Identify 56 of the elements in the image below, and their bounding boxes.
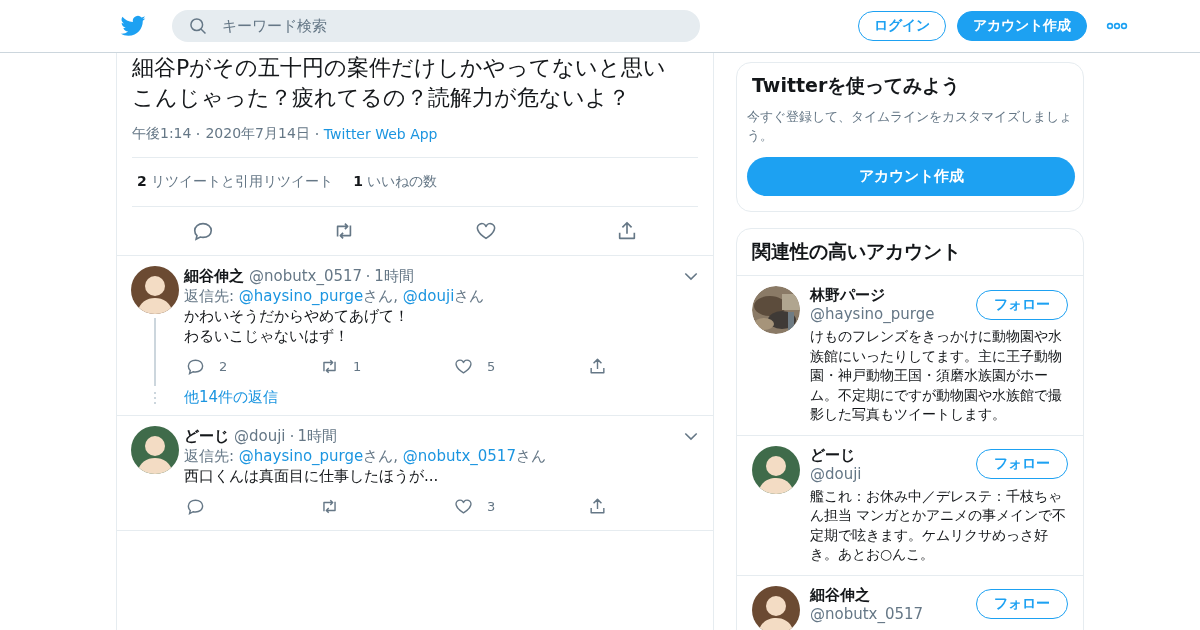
signup-button[interactable]: アカウント作成	[957, 11, 1087, 41]
reply-time: 1時間	[297, 426, 338, 446]
action-count: 2	[219, 358, 228, 374]
reply-text: 西口くんは真面目に仕事したほうが...	[184, 466, 440, 486]
reply-text: かわいそうだからやめてあげて！ わるいこじゃないはず！	[184, 306, 410, 346]
user-name[interactable]: どーじ	[810, 445, 862, 465]
more-replies-link[interactable]: 他14件の返信	[184, 388, 279, 407]
stat-link[interactable]: 2 リツイートと引用リツイート	[137, 173, 334, 191]
user-handle: @nobutx_0517	[249, 267, 363, 285]
stat-link[interactable]: 1 いいねの数	[353, 173, 438, 191]
user-handle: @douji	[810, 464, 862, 483]
reply-icon[interactable]	[186, 356, 205, 376]
mention-link[interactable]: @haysino_purge	[238, 447, 364, 465]
reply-to-line: 返信先: @haysino_purgeさん, @nobutx_0517さん	[184, 446, 547, 466]
login-button[interactable]: ログイン	[858, 11, 946, 41]
follow-button[interactable]: フォロー	[976, 449, 1068, 479]
signup-button[interactable]: アカウント作成	[747, 157, 1075, 196]
user-name[interactable]: 林野パージ	[810, 286, 935, 305]
user-name[interactable]: どーじ	[184, 426, 229, 446]
user-handle: @douji	[234, 427, 286, 445]
action-count: 5	[487, 358, 496, 374]
follow-button[interactable]: フォロー	[976, 289, 1068, 320]
mention-link[interactable]: @douji	[402, 287, 455, 305]
reply-time: 1時間	[374, 266, 414, 286]
search-field[interactable]: キーワード検索	[172, 10, 700, 42]
tweet-date: 2020年7月14日	[205, 125, 310, 143]
user-name[interactable]: 細谷伸之	[184, 266, 244, 286]
user-handle: @nobutx_0517	[810, 604, 924, 623]
user-name[interactable]: 細谷伸之	[810, 585, 924, 605]
search-icon	[188, 16, 208, 36]
card-title: 関連性の高いアカウント	[737, 229, 1083, 276]
mention-link[interactable]: @haysino_purge	[238, 287, 364, 305]
reply-icon[interactable]	[191, 220, 214, 242]
mention-link[interactable]: @nobutx_0517	[402, 447, 516, 465]
chevron-icon[interactable]	[684, 271, 698, 281]
card-description: 今すぐ登録して、タイムラインをカスタマイズしましょう。	[746, 108, 1073, 145]
share-icon[interactable]	[588, 356, 607, 376]
reply-to-line: 返信先: @haysino_purgeさん, @doujiさん	[184, 286, 486, 306]
bird-logo[interactable]	[120, 13, 146, 39]
tweet-text: 細谷Pがその五十円の案件だけしかやってないと思い こんじゃった？疲れてるの？読解力が危ないよ？	[132, 54, 668, 112]
tweet-time: 午後1:14	[132, 125, 192, 143]
heart-icon[interactable]	[454, 356, 473, 376]
more-icon[interactable]	[1106, 22, 1128, 30]
reply-icon[interactable]	[186, 496, 205, 516]
heart-icon[interactable]	[474, 220, 497, 242]
user-bio: 艦これ：お休み中／デレステ：千枝ちゃん担当 マンガとかアニメの事メインで不定期で呟きます。ケムリクサめっさ好き。あとお○んこ。	[810, 486, 1068, 564]
share-icon[interactable]	[588, 496, 607, 516]
card-title: Twitterを使ってみよう	[751, 73, 962, 98]
heart-icon[interactable]	[454, 496, 473, 516]
follow-button[interactable]: フォロー	[976, 589, 1068, 619]
user-bio: けものフレンズをきっかけに動物園や水族館にいったりしてます。主に王子動物園・神戸動物王国・須磨水族園がホーム。不定期にですが動物園や水族館で撮影した写真もツイートします。	[810, 327, 1063, 424]
action-count: 1	[353, 358, 362, 374]
action-count: 3	[487, 498, 496, 514]
user-handle: @haysino_purge	[810, 305, 935, 323]
chevron-icon[interactable]	[684, 431, 698, 441]
source-link[interactable]: Twitter Web App	[323, 126, 438, 142]
